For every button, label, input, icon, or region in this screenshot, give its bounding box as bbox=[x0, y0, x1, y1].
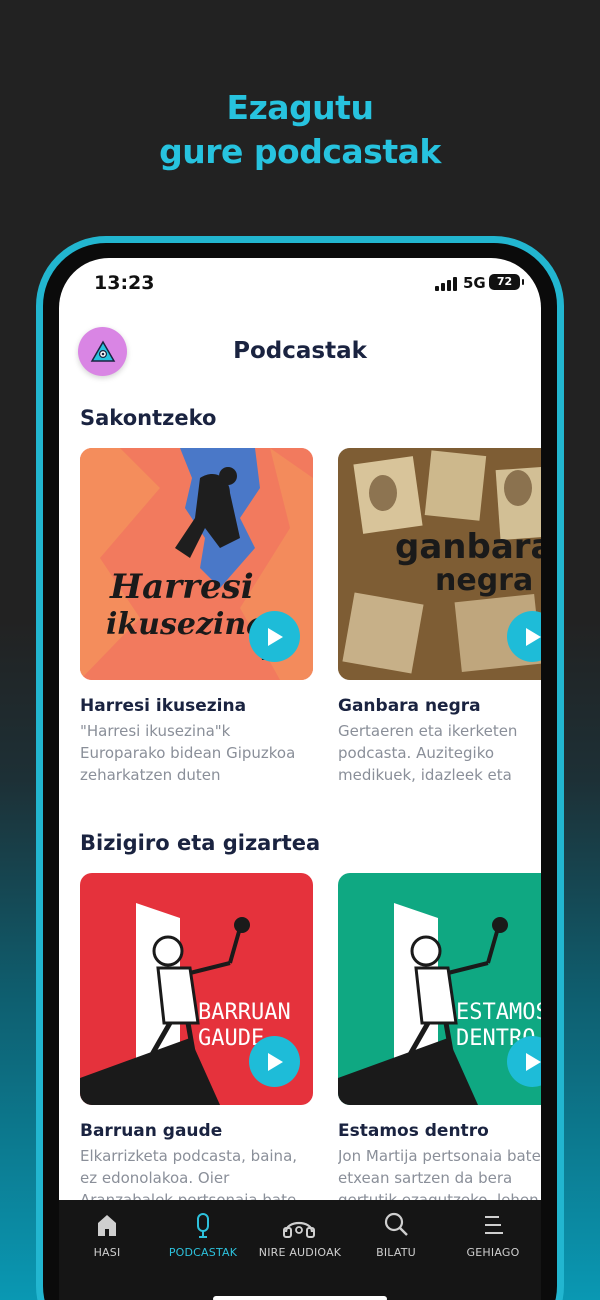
cover-art-title-line1: Harresi bbox=[109, 567, 254, 607]
cover-art-title-line1: BARRUAN bbox=[198, 1000, 291, 1025]
play-icon bbox=[267, 627, 283, 646]
podcast-description: Gertaeren eta ikerketen podcasta. Auzite… bbox=[338, 720, 541, 786]
podcast-cover-harresi[interactable]: Harresi ikusezina bbox=[80, 448, 313, 680]
podcast-description-line: medikuek, idazleek eta poliz bbox=[338, 766, 512, 784]
home-icon bbox=[98, 1215, 116, 1236]
status-time: 13:23 bbox=[94, 272, 155, 294]
section-title-bizigiro: Bizigiro eta gizartea bbox=[80, 831, 321, 855]
podcast-description-line: Europarako bidean Gipuzkoa bbox=[80, 744, 296, 762]
play-icon bbox=[525, 1052, 541, 1071]
podcast-title[interactable]: Estamos dentro bbox=[338, 1121, 541, 1141]
podcast-description-line: podcasta. Auzitegiko bbox=[338, 744, 495, 762]
podcast-cover-ganbara[interactable]: ganbara negra bbox=[338, 448, 541, 680]
cover-art-title-line2: ikusezina bbox=[106, 607, 266, 642]
search-icon bbox=[384, 1212, 408, 1236]
page-title: Podcastak bbox=[233, 338, 367, 364]
promo-headline-line1: Ezagutu bbox=[226, 88, 374, 127]
promo-headline-line2: gure podcastak bbox=[159, 132, 441, 171]
podcast-description: "Harresi ikusezina"k Europarako bidean G… bbox=[80, 720, 312, 786]
bottom-tab-bar: HASI PODCASTAK NIRE AUDIOAK BILATU GEHIA… bbox=[59, 1200, 541, 1300]
promo-headline: Ezagutu gure podcastak bbox=[0, 86, 600, 174]
menu-icon bbox=[485, 1216, 503, 1234]
podcast-description-line: Gertaeren eta ikerketen bbox=[338, 722, 518, 740]
cover-art-title-line2: negra bbox=[435, 563, 533, 598]
podcast-cover-barruan[interactable]: BARRUAN GAUDE bbox=[80, 873, 313, 1105]
podcast-cover-estamos[interactable]: ESTAMOS DENTRO bbox=[338, 873, 541, 1105]
tab-bilatu[interactable]: BILATU bbox=[348, 1200, 444, 1270]
tab-hasi[interactable]: HASI bbox=[59, 1200, 155, 1270]
podcast-title[interactable]: Barruan gaude bbox=[80, 1121, 340, 1141]
play-icon bbox=[525, 627, 541, 646]
microphone-icon bbox=[197, 1213, 209, 1238]
podcast-title[interactable]: Ganbara negra bbox=[338, 696, 541, 716]
podcast-description-line: zeharkatzen duten migratzail... bbox=[80, 766, 221, 784]
podcast-description-line: etxean sartzen da bera bbox=[338, 1169, 513, 1187]
tab-label: GEHIAGO bbox=[466, 1246, 520, 1259]
status-bar: 13:23 5G 72 bbox=[59, 258, 541, 308]
section-title-sakontzeko: Sakontzeko bbox=[80, 406, 217, 430]
signal-bars-icon bbox=[435, 277, 457, 291]
play-button[interactable] bbox=[249, 611, 300, 662]
tab-podcastak[interactable]: PODCASTAK bbox=[155, 1200, 251, 1270]
home-indicator bbox=[213, 1296, 387, 1300]
podcast-description-line: ez edonolakoa. Oier bbox=[80, 1169, 230, 1187]
tab-nire-audioak[interactable]: NIRE AUDIOAK bbox=[252, 1200, 348, 1270]
podcast-title[interactable]: Harresi ikusezina bbox=[80, 696, 340, 716]
headphones-icon bbox=[283, 1221, 315, 1238]
podcast-description-line: Elkarrizketa podcasta, baina, bbox=[80, 1147, 298, 1165]
tab-gehiago[interactable]: GEHIAGO bbox=[445, 1200, 541, 1270]
network-type: 5G bbox=[463, 274, 486, 292]
app-screen: 13:23 5G 72 Podcastak Sakontzeko Harresi… bbox=[59, 258, 541, 1300]
podcast-description-line: Jon Martija pertsonaia bate bbox=[338, 1147, 541, 1165]
cover-art-title-line1: ESTAMOS bbox=[456, 1000, 541, 1025]
play-button[interactable] bbox=[249, 1036, 300, 1087]
play-icon bbox=[267, 1052, 283, 1071]
podcast-description-line: "Harresi ikusezina"k bbox=[80, 722, 231, 740]
cover-art-title-line1: ganbara bbox=[395, 527, 541, 567]
battery-icon: 72 bbox=[489, 274, 524, 290]
